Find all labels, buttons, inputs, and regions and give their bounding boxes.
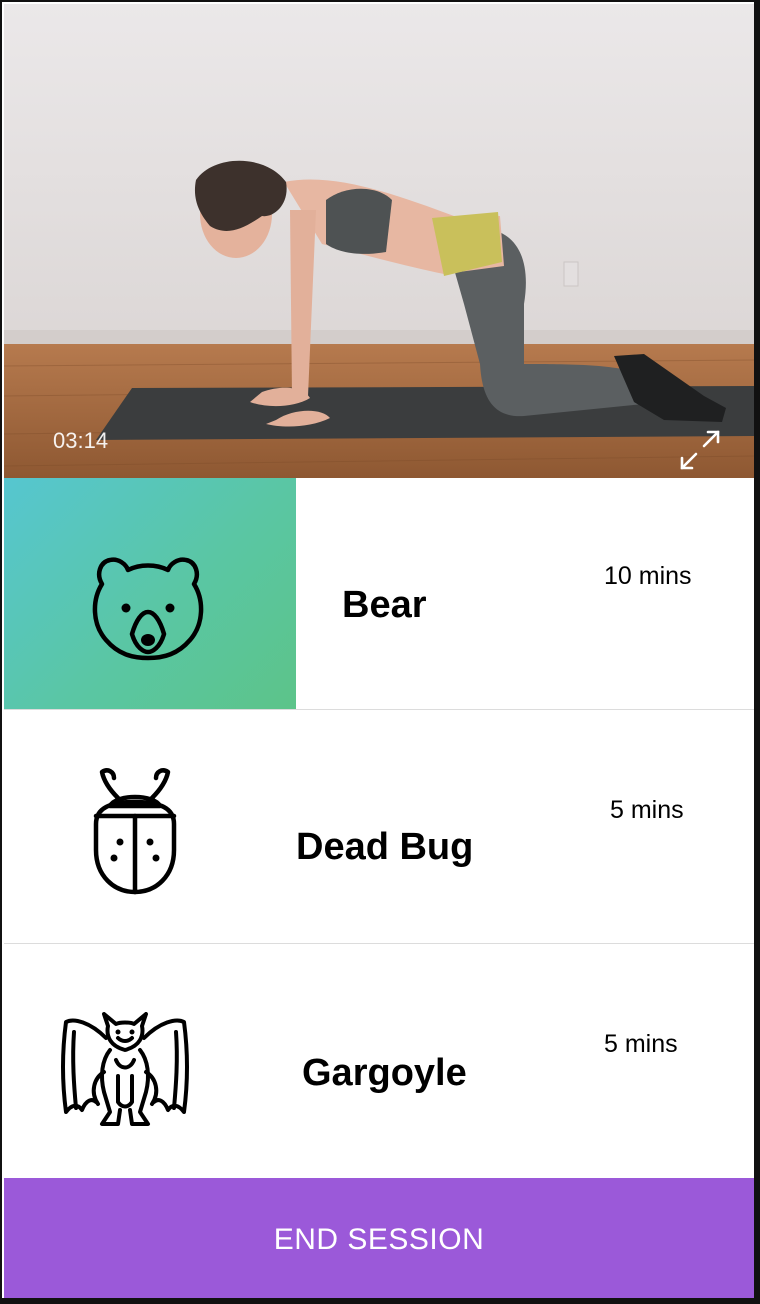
app-screen: 03:14 Bear 10 mins Dead Bug 5 mins Gargo…: [0, 0, 760, 1304]
end-session-button[interactable]: END SESSION: [4, 1178, 754, 1298]
bear-icon: [92, 557, 204, 661]
exercise-icon-cell: [4, 712, 296, 943]
exercise-video[interactable]: 03:14: [4, 4, 754, 478]
expand-arrows-icon[interactable]: [678, 428, 722, 472]
exercise-icon-cell: [4, 478, 296, 709]
video-timecode: 03:14: [53, 428, 109, 453]
exercise-duration: 5 mins: [610, 796, 684, 824]
video-frame-image: [4, 4, 754, 478]
gargoyle-icon: [61, 1012, 189, 1126]
exercise-duration: 5 mins: [604, 1030, 678, 1058]
exercise-row-gargoyle[interactable]: Gargoyle 5 mins: [4, 946, 754, 1178]
exercise-name: Gargoyle: [302, 1052, 467, 1094]
beetle-icon: [93, 768, 177, 895]
exercise-name: Dead Bug: [296, 826, 474, 868]
exercise-duration: 10 mins: [604, 562, 692, 590]
exercise-icon-cell: [4, 946, 296, 1178]
exercise-name: Bear: [342, 584, 427, 626]
exercise-row-bear[interactable]: Bear 10 mins: [4, 478, 754, 710]
exercise-row-dead-bug[interactable]: Dead Bug 5 mins: [4, 712, 754, 944]
